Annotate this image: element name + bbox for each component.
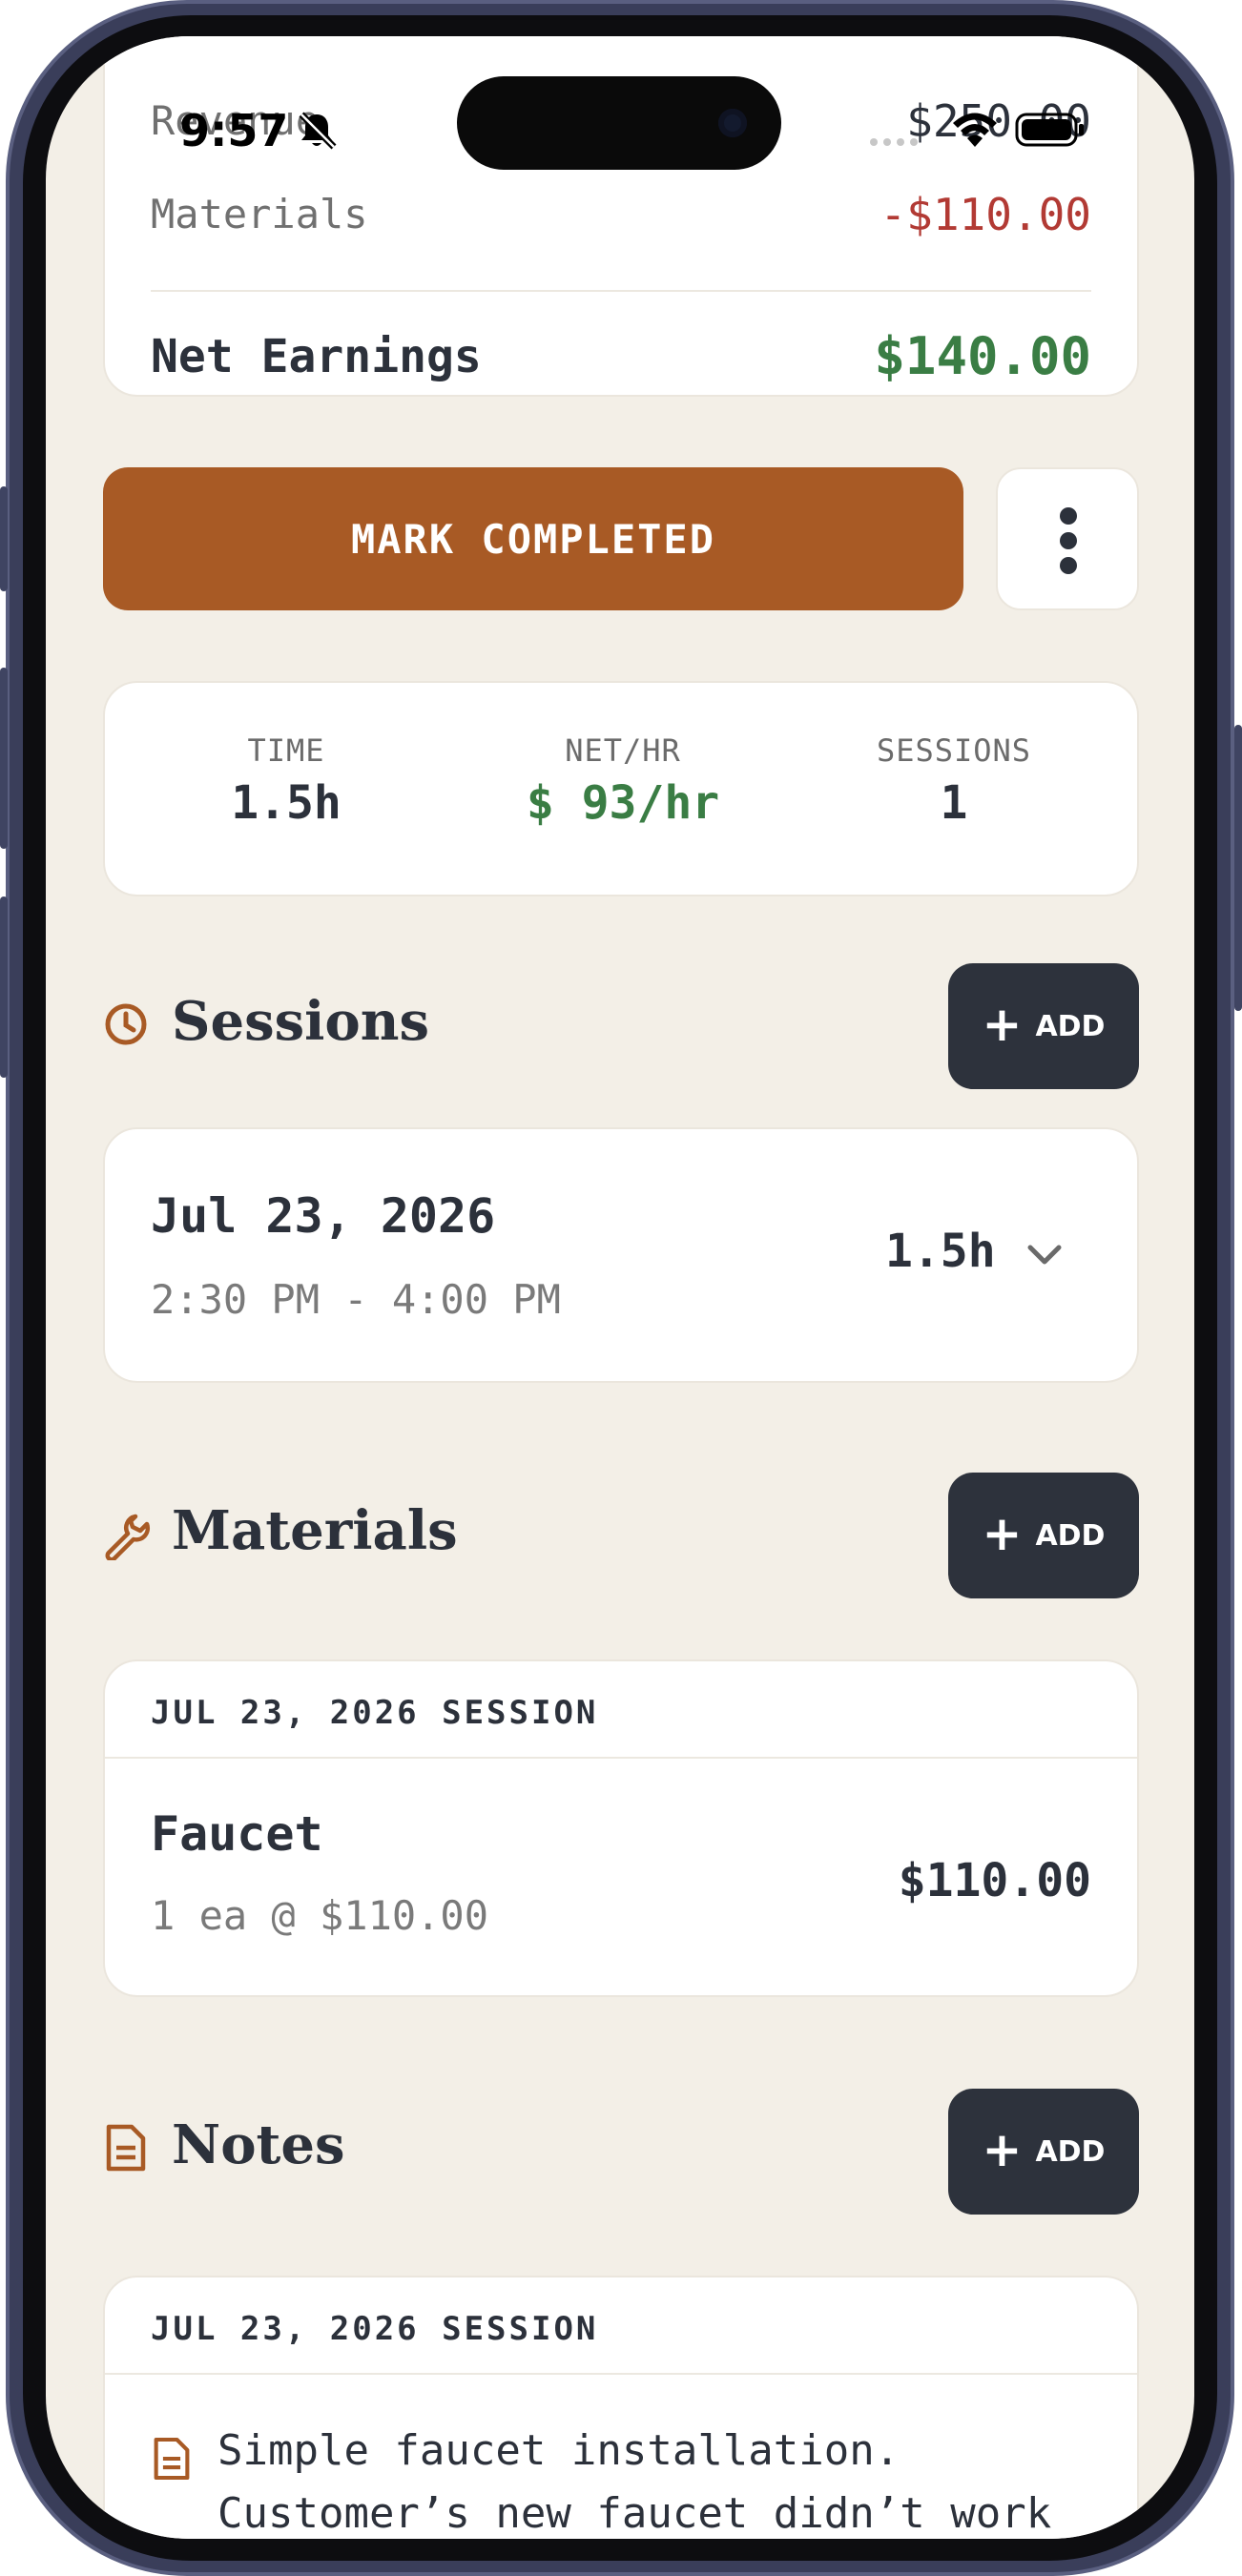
stat-value: $ 93/hr xyxy=(526,776,720,830)
vertical-dots-icon-dot xyxy=(1060,557,1077,574)
group-divider xyxy=(105,2373,1137,2375)
vertical-dots-icon-dot xyxy=(1060,532,1077,549)
add-label: ADD xyxy=(1035,1518,1106,1553)
wrench-icon xyxy=(105,1514,151,1560)
stat-label: SESSIONS xyxy=(876,732,1032,769)
stat-value: 1.5h xyxy=(231,776,342,830)
clock-icon xyxy=(105,1003,147,1045)
material-name: Faucet xyxy=(151,1806,323,1862)
wifi-icon xyxy=(953,113,997,147)
camera-lens xyxy=(718,109,747,137)
sessions-heading: Sessions xyxy=(172,990,429,1053)
mark-completed-button[interactable]: MARK COMPLETED xyxy=(103,467,963,610)
side-button xyxy=(0,486,8,591)
plus-icon: + xyxy=(982,997,1023,1052)
add-material-button[interactable]: + ADD xyxy=(948,1473,1139,1598)
material-detail: 1 ea @ $110.00 xyxy=(151,1892,489,1939)
stat-sessions: SESSIONS 1 xyxy=(830,732,1078,830)
app-screen: Revenue $250.00 Materials -$110.00 Net E… xyxy=(46,36,1194,2539)
vertical-dots-icon xyxy=(1060,507,1077,525)
status-time: 9:57 xyxy=(179,105,289,156)
materials-group-header: JUL 23, 2026 SESSION xyxy=(151,1694,599,1732)
note-text-line-1: Simple faucet installation. xyxy=(217,2426,900,2475)
stats-card: TIME 1.5h NET/HR $ 93/hr SESSIONS 1 xyxy=(103,681,1139,896)
plus-icon: + xyxy=(982,2122,1023,2177)
add-label: ADD xyxy=(1035,2134,1106,2169)
summary-divider xyxy=(151,290,1091,292)
materials-card: JUL 23, 2026 SESSION Faucet 1 ea @ $110.… xyxy=(103,1659,1139,1997)
material-row[interactable]: Faucet 1 ea @ $110.00 $110.00 xyxy=(105,1759,1137,1995)
add-note-button[interactable]: + ADD xyxy=(948,2089,1139,2215)
side-button xyxy=(1234,725,1242,1011)
note-document-icon xyxy=(154,2437,190,2481)
session-time-range: 2:30 PM - 4:00 PM xyxy=(151,1276,561,1323)
notes-card: JUL 23, 2026 SESSION Simple faucet insta… xyxy=(103,2276,1139,2539)
chevron-down-icon[interactable] xyxy=(1023,1232,1066,1276)
material-amount: $110.00 xyxy=(898,1854,1091,1907)
bell-slash-icon xyxy=(299,112,337,150)
session-duration: 1.5h xyxy=(885,1225,996,1278)
materials-value: -$110.00 xyxy=(880,189,1091,240)
stat-value: 1 xyxy=(940,776,968,830)
net-earnings-label: Net Earnings xyxy=(151,330,482,383)
net-earnings-value: $140.00 xyxy=(874,326,1091,386)
notes-group-header: JUL 23, 2026 SESSION xyxy=(151,2310,599,2348)
stat-net-per-hour: NET/HR $ 93/hr xyxy=(485,732,761,830)
dynamic-island xyxy=(457,76,781,170)
session-row[interactable]: Jul 23, 2026 2:30 PM - 4:00 PM 1.5h xyxy=(103,1127,1139,1383)
more-options-button[interactable] xyxy=(996,467,1139,610)
battery-icon xyxy=(1015,113,1084,147)
stat-label: TIME xyxy=(247,732,325,769)
stat-time: TIME 1.5h xyxy=(181,732,391,830)
note-text-line-2: Customer’s new faucet didn’t work xyxy=(217,2489,1052,2538)
materials-heading: Materials xyxy=(172,1499,458,1562)
session-date: Jul 23, 2026 xyxy=(151,1188,496,1244)
add-session-button[interactable]: + ADD xyxy=(948,963,1139,1089)
notes-heading: Notes xyxy=(172,2113,345,2176)
side-button xyxy=(0,668,8,849)
plus-icon: + xyxy=(982,1506,1023,1561)
side-button xyxy=(0,896,8,1078)
add-label: ADD xyxy=(1035,1009,1106,1043)
materials-label: Materials xyxy=(151,191,368,237)
signal-icon xyxy=(870,138,918,146)
stat-label: NET/HR xyxy=(565,732,681,769)
document-icon xyxy=(106,2124,146,2172)
